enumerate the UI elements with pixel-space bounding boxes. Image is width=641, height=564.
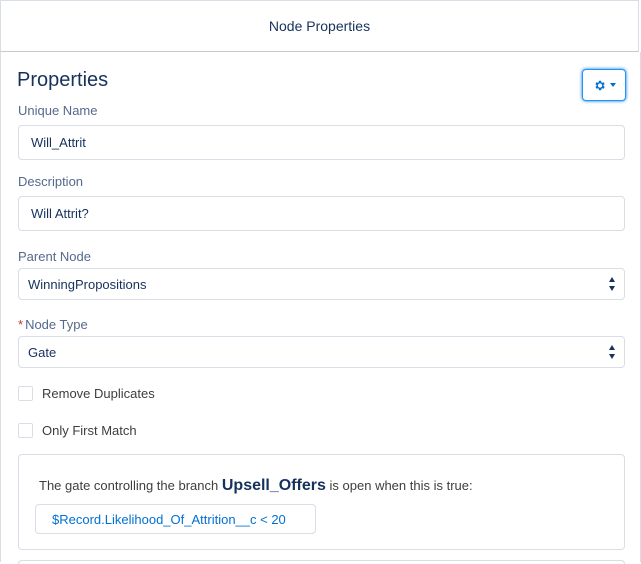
description-label: Description (18, 174, 84, 189)
remove-duplicates-checkbox[interactable] (18, 386, 33, 401)
node-type-label: * Node Type (18, 317, 88, 332)
section-title: Properties (17, 69, 109, 91)
modal-body: Properties Unique Name Will_Attrit Descr… (0, 52, 641, 564)
modal-title: Node Properties (268, 18, 371, 34)
remove-duplicates-label: Remove Duplicates (42, 386, 155, 401)
modal-header: Node Properties (0, 0, 639, 52)
unique-name-label: Unique Name (18, 103, 98, 118)
node-type-label-text: Node Type (25, 317, 88, 332)
gate-description: The gate controlling the branch Upsell_O… (39, 477, 473, 495)
required-marker: * (18, 317, 24, 332)
only-first-match-label: Only First Match (42, 423, 137, 438)
gate-expression[interactable]: $Record.Likelihood_Of_Attrition__c < 20 (35, 504, 316, 534)
only-first-match-checkbox[interactable] (18, 423, 33, 438)
gate-condition-panel: The gate controlling the branch Upsell_O… (18, 454, 625, 550)
node-type-value: Gate (28, 344, 57, 360)
gate-text-before: The gate controlling the branch (39, 478, 219, 493)
description-field[interactable]: Will Attrit? (18, 196, 625, 231)
next-panel-edge (18, 560, 625, 564)
remove-duplicates-row[interactable]: Remove Duplicates (18, 386, 155, 401)
gate-text-after: is open when this is true: (329, 478, 473, 493)
only-first-match-row[interactable]: Only First Match (18, 423, 137, 438)
gate-branch-name: Upsell_Offers (221, 477, 326, 494)
parent-node-label: Parent Node (18, 249, 91, 264)
parent-node-value: WinningPropositions (28, 276, 147, 292)
node-type-select[interactable]: Gate (18, 336, 625, 368)
select-arrows-icon (609, 277, 616, 291)
chevron-down-icon (609, 83, 616, 87)
select-arrows-icon (609, 345, 616, 359)
settings-menu-button[interactable] (582, 69, 626, 101)
parent-node-select[interactable]: WinningPropositions (18, 268, 625, 300)
unique-name-field[interactable]: Will_Attrit (18, 125, 625, 160)
gear-icon (594, 80, 605, 90)
